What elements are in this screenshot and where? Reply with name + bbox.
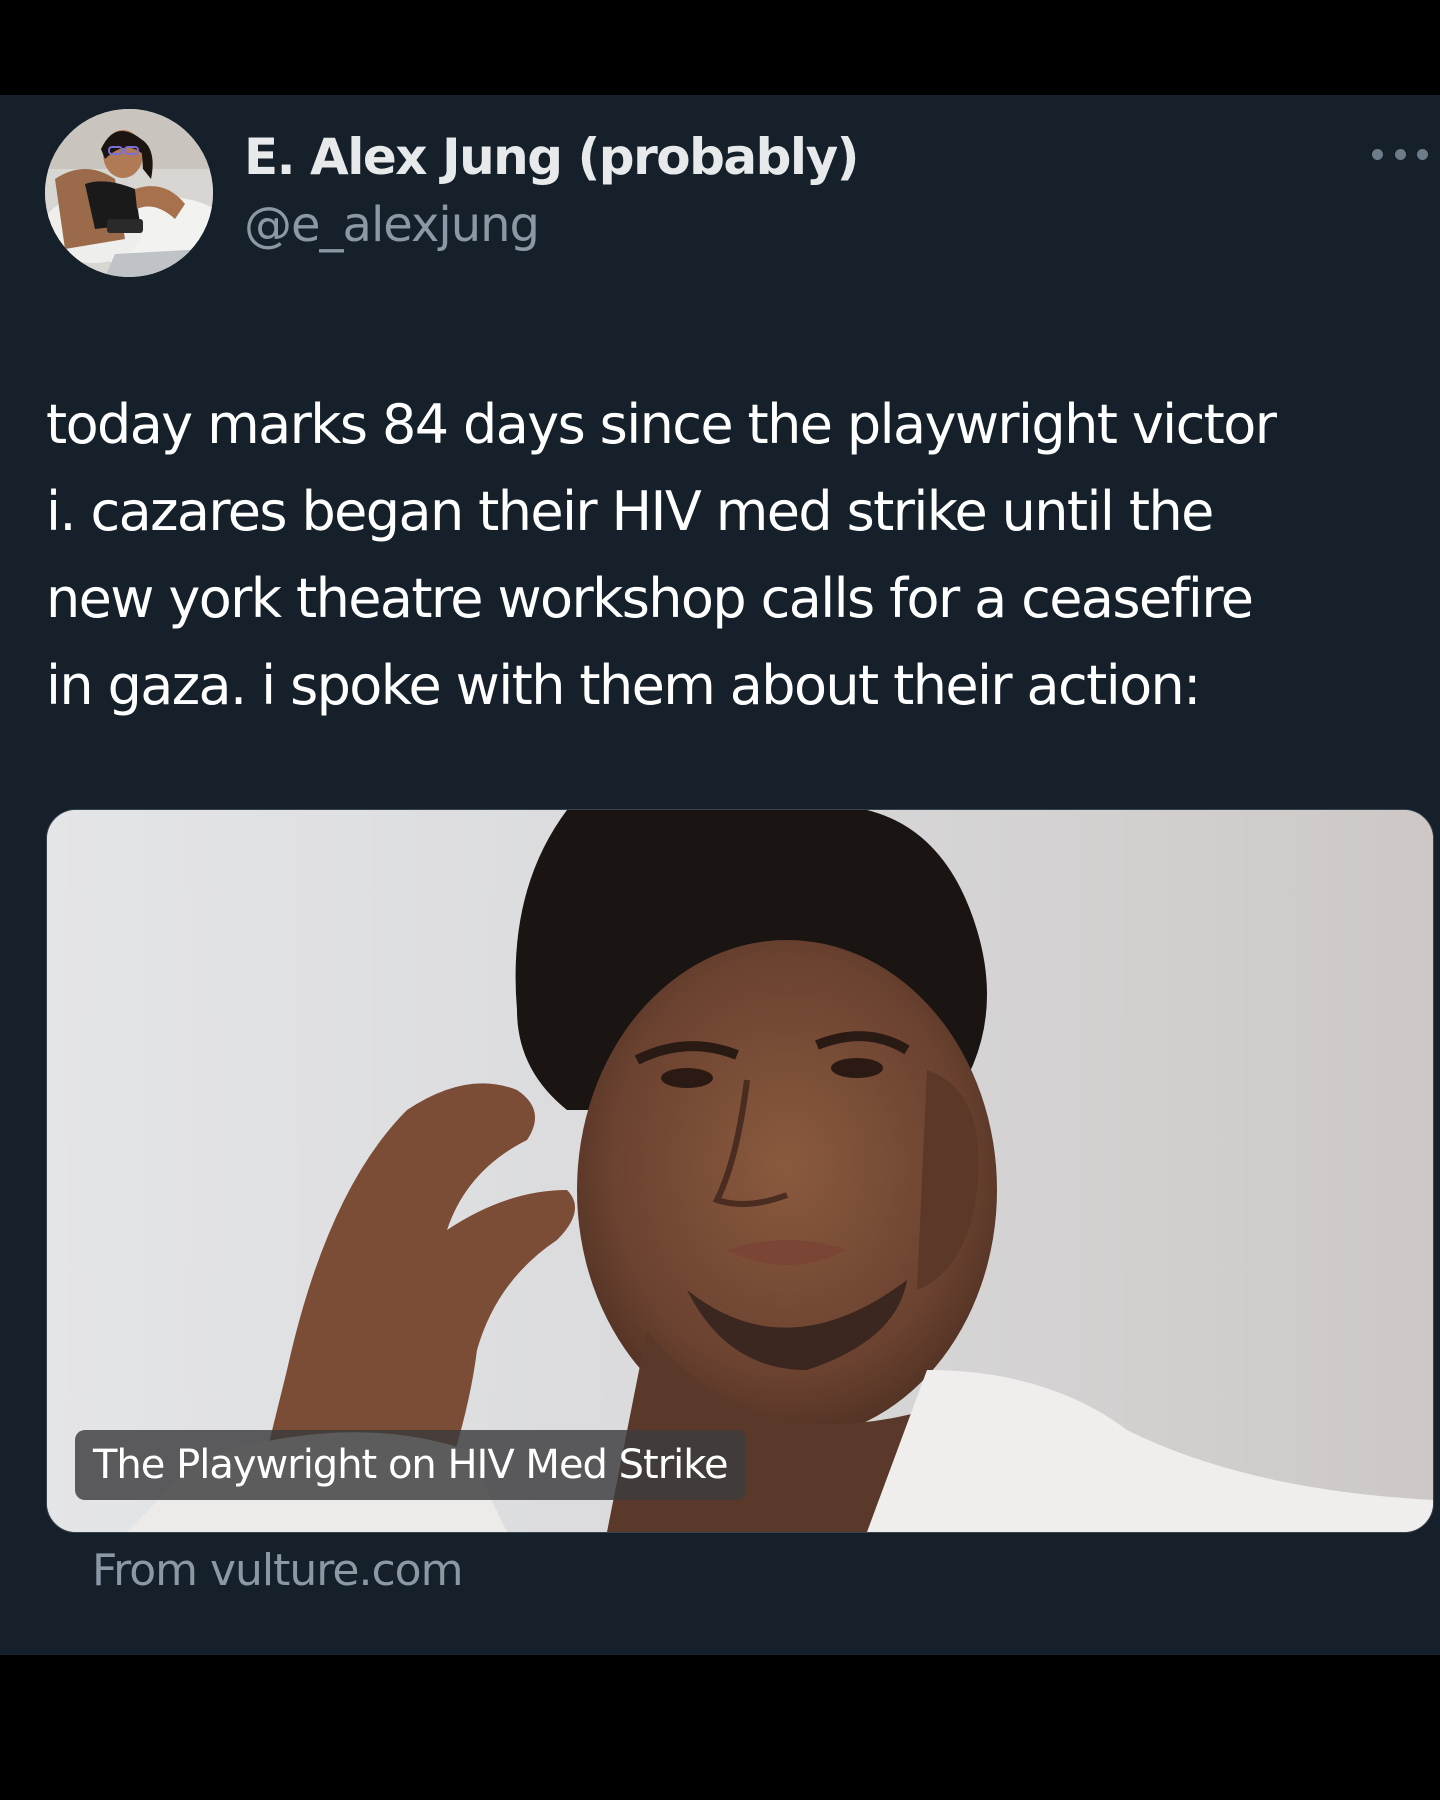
more-horizontal-icon bbox=[1372, 148, 1383, 160]
tweet-card[interactable]: E. Alex Jung (probably) @e_alexjung toda… bbox=[0, 95, 1440, 1655]
link-card-image[interactable]: The Playwright on HIV Med Strike bbox=[46, 809, 1434, 1533]
avatar-image bbox=[45, 109, 213, 277]
more-options-button[interactable] bbox=[1372, 139, 1428, 169]
tweet-text-line: in gaza. i spoke with them about their a… bbox=[46, 654, 1201, 717]
screenshot-page: E. Alex Jung (probably) @e_alexjung toda… bbox=[0, 0, 1440, 1800]
link-card-title[interactable]: The Playwright on HIV Med Strike bbox=[75, 1430, 746, 1500]
author-handle[interactable]: @e_alexjung bbox=[244, 197, 540, 253]
link-card-source[interactable]: From vulture.com bbox=[92, 1545, 463, 1596]
tweet-text-line: i. cazares began their HIV med strike un… bbox=[46, 480, 1214, 543]
portrait-photo bbox=[47, 810, 1433, 1532]
author-display-name[interactable]: E. Alex Jung (probably) bbox=[244, 128, 860, 186]
tweet-text: today marks 84 days since the playwright… bbox=[46, 381, 1436, 729]
author-avatar[interactable] bbox=[45, 109, 213, 277]
more-horizontal-icon-dot bbox=[1417, 148, 1428, 160]
tweet-text-line: new york theatre workshop calls for a ce… bbox=[46, 567, 1254, 630]
tweet-text-line: today marks 84 days since the playwright… bbox=[46, 393, 1277, 456]
more-horizontal-icon-dot bbox=[1394, 148, 1406, 160]
